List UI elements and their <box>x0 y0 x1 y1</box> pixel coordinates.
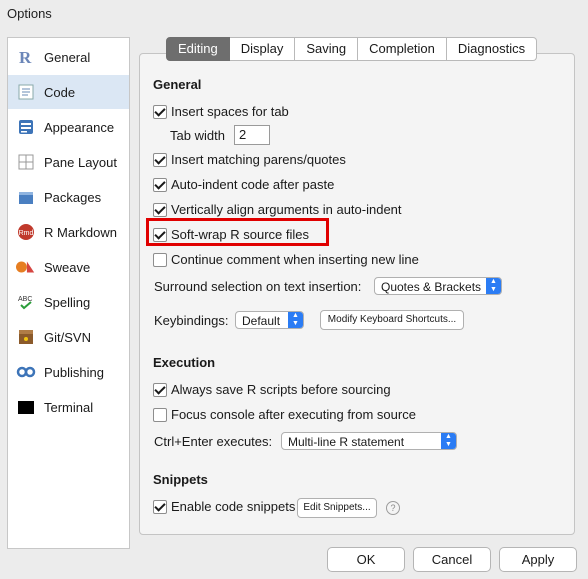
focus-console-checkbox[interactable] <box>153 407 167 422</box>
surround-select[interactable]: Quotes & Brackets ▲ ▼ <box>374 277 502 295</box>
tab-display[interactable]: Display <box>229 37 296 61</box>
sweave-icon <box>16 257 36 277</box>
insert-spaces-row: Insert spaces for tab <box>153 104 289 119</box>
editing-panel <box>139 53 575 535</box>
cancel-button[interactable]: Cancel <box>413 547 491 572</box>
sidebar-item-label: Spelling <box>44 294 91 310</box>
sidebar-item-r-markdown[interactable]: Rmd R Markdown <box>8 215 129 249</box>
sidebar-item-label: Publishing <box>44 364 104 380</box>
auto-indent-label: Auto-indent code after paste <box>171 177 335 192</box>
focus-console-label: Focus console after executing from sourc… <box>171 407 416 422</box>
vertical-align-row: Vertically align arguments in auto-inden… <box>153 202 402 217</box>
r-logo-icon: R <box>16 47 36 67</box>
appearance-icon <box>16 117 36 137</box>
always-save-label: Always save R scripts before sourcing <box>171 382 391 397</box>
sidebar-item-appearance[interactable]: Appearance <box>8 110 129 144</box>
keybindings-select-value: Default <box>242 314 281 328</box>
vertical-align-checkbox[interactable] <box>153 202 167 217</box>
always-save-checkbox[interactable] <box>153 382 167 397</box>
edit-snippets-button[interactable]: Edit Snippets... <box>297 498 377 518</box>
sidebar-item-label: Appearance <box>44 119 115 135</box>
svg-text:Rmd: Rmd <box>19 230 34 237</box>
sidebar-item-code[interactable]: Code <box>8 75 129 109</box>
continue-comment-label: Continue comment when inserting new line <box>171 252 419 267</box>
sidebar-item-pane-layout[interactable]: Pane Layout <box>8 145 129 179</box>
window-title: Options <box>7 6 52 21</box>
svg-text:R: R <box>19 48 32 66</box>
sidebar-item-terminal[interactable]: Terminal <box>8 390 129 424</box>
ok-button[interactable]: OK <box>327 547 405 572</box>
sidebar-item-label: Code <box>44 84 76 100</box>
pane-layout-icon <box>16 152 36 172</box>
ctrl-enter-label: Ctrl+Enter executes: <box>154 434 273 449</box>
continue-comment-row: Continue comment when inserting new line <box>153 252 419 267</box>
sidebar-item-git-svn[interactable]: Git/SVN <box>8 320 129 354</box>
continue-comment-checkbox[interactable] <box>153 252 167 267</box>
spelling-icon: ABC <box>16 292 36 312</box>
tab-saving[interactable]: Saving <box>295 37 359 61</box>
matching-parens-checkbox[interactable] <box>153 152 167 167</box>
terminal-icon <box>16 397 36 417</box>
modify-keyboard-shortcuts-button[interactable]: Modify Keyboard Shortcuts... <box>320 310 464 330</box>
execution-section-title: Execution <box>153 355 216 370</box>
sidebar-item-publishing[interactable]: Publishing <box>8 355 129 389</box>
apply-button[interactable]: Apply <box>499 547 577 572</box>
updown-arrows-icon: ▲ ▼ <box>441 433 456 449</box>
auto-indent-row: Auto-indent code after paste <box>153 177 334 192</box>
enable-snippets-checkbox[interactable] <box>153 499 167 514</box>
publishing-icon <box>16 362 36 382</box>
tab-width-input[interactable]: 2 <box>234 125 270 145</box>
sidebar-item-packages[interactable]: Packages <box>8 180 129 214</box>
tab-width-label: Tab width <box>170 128 225 143</box>
sidebar-item-label: Sweave <box>44 259 91 275</box>
options-tabs: Editing Display Saving Completion Diagno… <box>166 37 538 61</box>
options-sidebar: R General Code Appearance Pane Layout Pa… <box>7 37 130 549</box>
keybindings-label: Keybindings: <box>154 313 229 328</box>
updown-arrows-icon: ▲ ▼ <box>288 312 303 328</box>
sidebar-item-label: Pane Layout <box>44 154 118 170</box>
ctrl-enter-select[interactable]: Multi-line R statement ▲ ▼ <box>281 432 457 450</box>
enable-snippets-row: Enable code snippets <box>153 499 295 514</box>
insert-spaces-label: Insert spaces for tab <box>171 104 289 119</box>
always-save-row: Always save R scripts before sourcing <box>153 382 391 397</box>
focus-console-row: Focus console after executing from sourc… <box>153 407 416 422</box>
snippets-section-title: Snippets <box>153 472 208 487</box>
auto-indent-checkbox[interactable] <box>153 177 167 192</box>
tab-editing[interactable]: Editing <box>166 37 230 61</box>
matching-parens-label: Insert matching parens/quotes <box>171 152 346 167</box>
sidebar-item-label: Git/SVN <box>44 329 91 345</box>
enable-snippets-label: Enable code snippets <box>171 499 296 514</box>
updown-arrows-icon: ▲ ▼ <box>486 278 501 294</box>
keybindings-select[interactable]: Default ▲ ▼ <box>235 311 304 329</box>
git-svn-icon <box>16 327 36 347</box>
tab-completion[interactable]: Completion <box>358 37 447 61</box>
sidebar-item-sweave[interactable]: Sweave <box>8 250 129 284</box>
sidebar-item-label: Terminal <box>44 399 94 415</box>
tab-diagnostics[interactable]: Diagnostics <box>446 37 538 61</box>
sidebar-item-spelling[interactable]: ABC Spelling <box>8 285 129 319</box>
vertical-align-label: Vertically align arguments in auto-inden… <box>171 202 402 217</box>
soft-wrap-highlight-box <box>146 218 329 246</box>
sidebar-item-label: R Markdown <box>44 224 117 240</box>
code-icon <box>16 82 36 102</box>
sidebar-item-label: General <box>44 49 91 65</box>
ctrl-enter-select-value: Multi-line R statement <box>288 435 405 449</box>
help-icon[interactable]: ? <box>386 501 400 515</box>
surround-label: Surround selection on text insertion: <box>154 279 362 294</box>
matching-parens-row: Insert matching parens/quotes <box>153 152 346 167</box>
insert-spaces-checkbox[interactable] <box>153 104 167 119</box>
sidebar-item-general[interactable]: R General <box>8 40 129 74</box>
packages-icon <box>16 187 36 207</box>
rmd-icon: Rmd <box>16 222 36 242</box>
surround-select-value: Quotes & Brackets <box>381 280 482 294</box>
general-section-title: General <box>153 77 202 92</box>
sidebar-item-label: Packages <box>44 189 102 205</box>
